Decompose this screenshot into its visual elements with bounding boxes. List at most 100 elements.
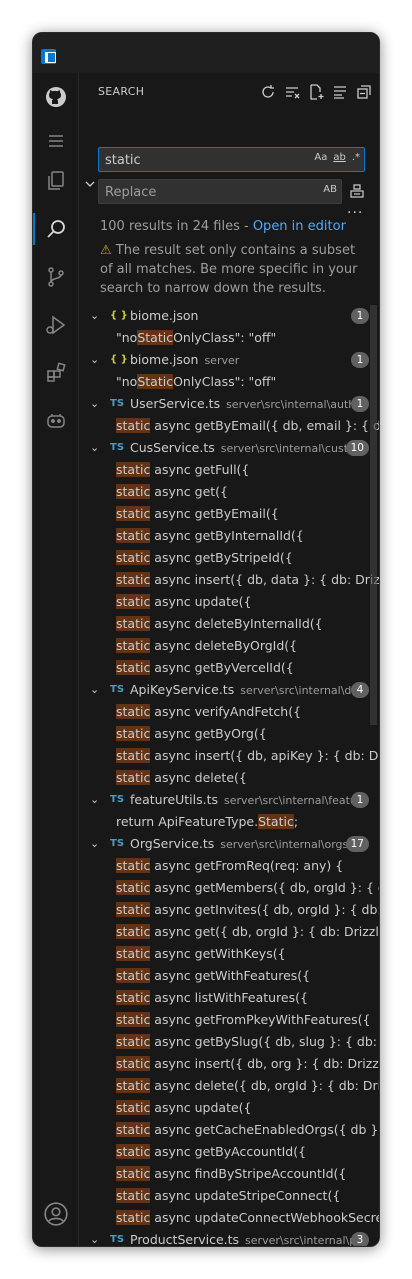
results-scrollbar[interactable] bbox=[370, 305, 377, 725]
match-row[interactable]: static async getCacheEnabledOrgs({ db }:… bbox=[79, 1119, 379, 1141]
match-row[interactable]: static async getByInternalId({ bbox=[79, 525, 379, 547]
match-row[interactable]: static async getByStripeId({ bbox=[79, 547, 379, 569]
match-row[interactable]: static async update({ bbox=[79, 591, 379, 613]
match-row[interactable]: static async listWithFeatures({ bbox=[79, 987, 379, 1009]
match-row[interactable]: static async getByEmail({ db, email }: {… bbox=[79, 415, 379, 437]
match-highlight: static bbox=[116, 924, 151, 939]
chevron-down-icon[interactable]: ⌄ bbox=[90, 1229, 99, 1246]
match-row[interactable]: static async getByVercelId({ bbox=[79, 657, 379, 679]
chevron-down-icon[interactable]: ⌄ bbox=[90, 305, 99, 327]
match-row[interactable]: static async deleteByInternalId({ bbox=[79, 613, 379, 635]
match-row[interactable]: static async get({ bbox=[79, 481, 379, 503]
run-debug-icon[interactable] bbox=[33, 305, 79, 345]
file-path: server\src\internal\cust... bbox=[220, 442, 359, 455]
search-icon[interactable] bbox=[33, 209, 79, 249]
match-suffix: async getFull({ bbox=[150, 462, 250, 477]
result-file-row[interactable]: ⌄ TS UserService.ts server\src\internal\aut… bbox=[79, 393, 379, 415]
preserve-case-toggle[interactable]: AB bbox=[323, 184, 337, 195]
result-file-row[interactable]: ⌄ { } biome.json server 1 bbox=[79, 349, 379, 371]
file-path: server\src\internal\dev bbox=[240, 684, 365, 697]
match-row[interactable]: static async getBySlug({ db, slug }: { d… bbox=[79, 1031, 379, 1053]
chevron-down-icon[interactable]: ⌄ bbox=[90, 393, 99, 415]
result-file-row[interactable]: ⌄ TS ApiKeyService.ts server\src\internal\d… bbox=[79, 679, 379, 701]
source-control-icon[interactable] bbox=[33, 257, 79, 297]
match-row[interactable]: static async verifyAndFetch({ bbox=[79, 701, 379, 723]
search-actions bbox=[259, 83, 373, 101]
clear-results-icon[interactable] bbox=[283, 83, 301, 101]
toggle-replace-chevron-icon[interactable] bbox=[83, 177, 97, 191]
explorer-icon[interactable] bbox=[33, 161, 79, 201]
replace-input[interactable] bbox=[105, 183, 295, 201]
result-file-row[interactable]: ⌄ TS CusService.ts server\src\internal\cust… bbox=[79, 437, 379, 459]
result-file-row[interactable]: ⌄ TS featureUtils.ts server\src\internal\fe… bbox=[79, 789, 379, 811]
match-row[interactable]: static async getByAccountId({ bbox=[79, 1141, 379, 1163]
chevron-down-icon[interactable]: ⌄ bbox=[90, 349, 99, 371]
file-name-text: biome.json bbox=[130, 308, 199, 323]
sidebar-title: SEARCH bbox=[98, 85, 145, 98]
copilot-icon[interactable] bbox=[33, 401, 79, 441]
match-row[interactable]: static async findByStripeAccountId({ bbox=[79, 1163, 379, 1185]
match-case-toggle[interactable]: Aa bbox=[314, 152, 327, 163]
match-suffix: async getByStripeId({ bbox=[150, 550, 293, 565]
match-row[interactable]: static async deleteByOrgId({ bbox=[79, 635, 379, 657]
file-type-icon: TS bbox=[110, 684, 125, 695]
match-row[interactable]: static async getWithFeatures({ bbox=[79, 965, 379, 987]
match-row[interactable]: static async getFull({ bbox=[79, 459, 379, 481]
extensions-icon[interactable] bbox=[33, 353, 79, 393]
use-regex-toggle[interactable]: .* bbox=[352, 152, 360, 163]
file-name-text: featureUtils.ts bbox=[130, 792, 219, 807]
file-type-icon: TS bbox=[110, 1234, 125, 1245]
menu-icon[interactable] bbox=[33, 121, 79, 161]
result-file-row[interactable]: ⌄ { } biome.json 1 bbox=[79, 305, 379, 327]
vscode-window: SEARCH Aa ab .* AB · bbox=[32, 32, 380, 1247]
match-row[interactable]: static async getWithKeys({ bbox=[79, 943, 379, 965]
chevron-down-icon[interactable]: ⌄ bbox=[90, 789, 99, 811]
file-name: UserService.ts server\src\internal\auth bbox=[130, 393, 355, 415]
match-row[interactable]: static async getByOrg({ bbox=[79, 723, 379, 745]
match-row[interactable]: "noStaticOnlyClass": "off" bbox=[79, 371, 379, 393]
open-in-editor-link[interactable]: Open in editor bbox=[253, 219, 346, 234]
more-options-icon[interactable]: ··· bbox=[347, 205, 363, 221]
chevron-down-icon[interactable]: ⌄ bbox=[90, 679, 99, 701]
match-whole-word-toggle[interactable]: ab bbox=[333, 152, 345, 163]
collapse-all-icon[interactable] bbox=[355, 83, 373, 101]
account-icon[interactable] bbox=[33, 1194, 79, 1234]
match-row[interactable]: static async delete({ db, orgId }: { db:… bbox=[79, 1075, 379, 1097]
match-row[interactable]: static async getInvites({ db, orgId }: {… bbox=[79, 899, 379, 921]
match-row[interactable]: static async update({ bbox=[79, 1097, 379, 1119]
search-input[interactable] bbox=[105, 151, 295, 169]
match-highlight: static bbox=[116, 726, 151, 741]
file-name: ApiKeyService.ts server\src\internal\dev bbox=[130, 679, 365, 701]
result-file-row[interactable]: ⌄ TS OrgService.ts server\src\internal\orgs… bbox=[79, 833, 379, 855]
match-row[interactable]: static async updateStripeConnect({ bbox=[79, 1185, 379, 1207]
file-name-text: ApiKeyService.ts bbox=[130, 682, 235, 697]
match-suffix: async getBySlug({ db, slug }: { db: Driz… bbox=[154, 1034, 379, 1049]
view-as-tree-icon[interactable] bbox=[331, 83, 349, 101]
match-row[interactable]: static async getFromPkeyWithFeatures({ bbox=[79, 1009, 379, 1031]
match-count-badge: 1 bbox=[351, 308, 369, 324]
match-highlight: static bbox=[116, 1012, 151, 1027]
match-row[interactable]: static async getFromReq(req: any) { bbox=[79, 855, 379, 877]
match-row[interactable]: static async getByEmail({ bbox=[79, 503, 379, 525]
github-icon[interactable] bbox=[33, 77, 79, 117]
replace-all-icon[interactable] bbox=[349, 183, 365, 199]
chevron-down-icon[interactable]: ⌄ bbox=[90, 833, 99, 855]
match-row[interactable]: return ApiFeatureType.Static; bbox=[79, 811, 379, 833]
match-row[interactable]: static async getMembers({ db, orgId }: {… bbox=[79, 877, 379, 899]
match-row[interactable]: static async delete({ bbox=[79, 767, 379, 789]
match-row[interactable]: static async insert({ db, org }: { db: D… bbox=[79, 1053, 379, 1075]
match-row[interactable]: "noStaticOnlyClass": "off" bbox=[79, 327, 379, 349]
match-highlight: static bbox=[116, 506, 151, 521]
match-row[interactable]: static async insert({ db, apiKey }: { db… bbox=[79, 745, 379, 767]
file-name-text: ProductService.ts bbox=[130, 1232, 240, 1247]
file-name-text: UserService.ts bbox=[130, 396, 221, 411]
new-search-editor-icon[interactable] bbox=[307, 83, 325, 101]
match-row[interactable]: static async get({ db, orgId }: { db: Dr… bbox=[79, 921, 379, 943]
match-row[interactable]: static async updateConnectWebhookSecret(… bbox=[79, 1207, 379, 1229]
refresh-icon[interactable] bbox=[259, 83, 277, 101]
match-row[interactable]: static async insert({ db, data }: { db: … bbox=[79, 569, 379, 591]
chevron-down-icon[interactable]: ⌄ bbox=[90, 437, 99, 459]
match-highlight: static bbox=[116, 550, 151, 565]
result-file-row[interactable]: ⌄ TS ProductService.ts server\src\internal\… bbox=[79, 1229, 379, 1247]
file-path: server\src\internal\featu... bbox=[224, 794, 368, 807]
